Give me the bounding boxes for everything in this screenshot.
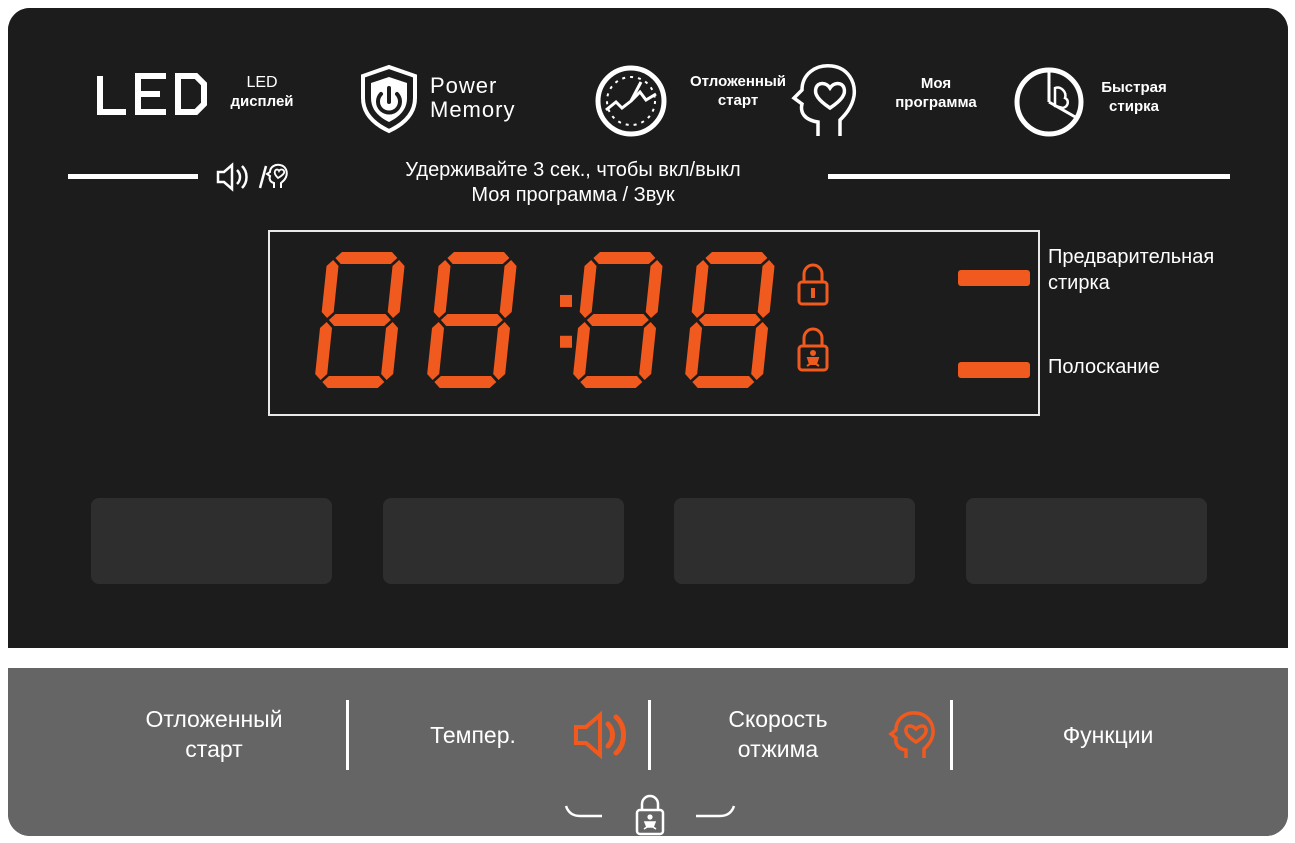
separator: [346, 700, 349, 770]
colon-segment: [560, 294, 572, 348]
rinse-indicator: [958, 362, 1030, 378]
sound-heart-icon-group: [214, 162, 300, 192]
sound-icon: [572, 710, 634, 760]
led-label-2: дисплей: [230, 93, 294, 110]
power-shield-icon: [358, 64, 420, 134]
key-functions[interactable]: [966, 498, 1207, 584]
prewash-label: Предварительная стирка: [1048, 246, 1215, 294]
quick-wash-label-1: Быстрая: [1101, 79, 1167, 96]
power-memory-label-2: Memory: [430, 97, 516, 122]
heart-head-icon: [788, 60, 860, 140]
clock-icon: [594, 64, 668, 138]
button-label-delay-start-2: старт: [185, 736, 243, 762]
led-label-1: LED: [246, 74, 278, 91]
led-logo-icon: [96, 72, 208, 116]
digit-segment-group: [427, 252, 517, 388]
power-memory-label-1: Power: [430, 73, 498, 98]
hint-text-2: Моя программа / Звук: [471, 184, 675, 206]
digit-segment-group: [573, 252, 663, 388]
delay-start-label-1: Отложенный: [689, 73, 787, 90]
button-label-temperature-1: Темпер.: [430, 722, 516, 748]
button-label-delay-start[interactable]: Отложенный старт: [116, 704, 312, 764]
digit-segment-group: [315, 252, 405, 388]
quick-wash-label-2: стирка: [1109, 98, 1159, 115]
display-area: LED дисплей Power Memory Отложенный стар…: [8, 8, 1288, 648]
hint-line-right: [828, 174, 1230, 179]
key-spin-speed[interactable]: [674, 498, 915, 584]
child-lock-combo: [560, 794, 740, 836]
heart-head-icon: [888, 710, 940, 760]
button-label-functions-1: Функции: [1062, 722, 1154, 748]
separator: [950, 700, 953, 770]
key-temperature[interactable]: [383, 498, 624, 584]
rinse-label: Полоскание: [1048, 356, 1160, 378]
control-panel: LED дисплей Power Memory Отложенный стар…: [8, 8, 1288, 836]
hint-line-left: [68, 174, 198, 179]
delay-start-label-2: старт: [717, 92, 759, 109]
button-label-spin-speed[interactable]: Скорость отжима: [698, 704, 858, 764]
lock-icon: [796, 262, 830, 308]
button-label-spin-speed-2: отжима: [737, 736, 819, 762]
button-label-strip: Отложенный старт Темпер. Скорость отжима: [8, 668, 1288, 836]
hint-text-1: Удерживайте 3 сек., чтобы вкл/выкл: [405, 159, 741, 181]
digit-segment-group: [685, 252, 775, 388]
child-lock-icon: [796, 326, 830, 374]
my-program-label-2: программа: [895, 94, 977, 111]
key-delay-start[interactable]: [91, 498, 332, 584]
button-label-spin-speed-1: Скорость: [728, 706, 828, 732]
button-label-functions[interactable]: Функции: [1028, 720, 1188, 750]
child-lock-icon: [635, 794, 665, 836]
digit-display: [315, 252, 788, 392]
button-label-temperature[interactable]: Темпер.: [403, 720, 543, 750]
divider-strip: [8, 648, 1288, 668]
my-program-label-1: Моя: [920, 75, 952, 92]
separator: [648, 700, 651, 770]
button-label-delay-start-1: Отложенный: [145, 706, 283, 732]
prewash-indicator: [958, 270, 1030, 286]
quick-wash-icon: [1013, 66, 1085, 138]
